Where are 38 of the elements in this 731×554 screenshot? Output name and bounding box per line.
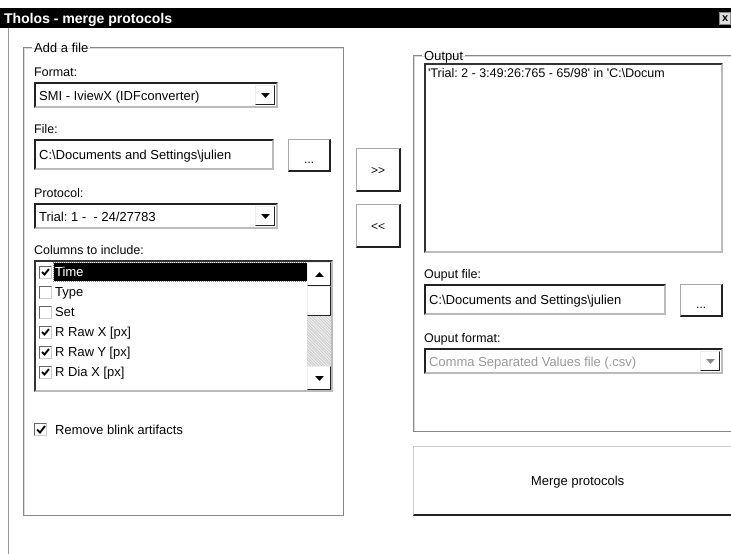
field-label: Ouput format: xyxy=(424,331,502,345)
checkbox-label[interactable]: Remove blink artifacts xyxy=(55,422,183,437)
checkbox[interactable] xyxy=(39,266,52,278)
scroll-down-icon[interactable] xyxy=(307,366,331,390)
list-item[interactable]: R Raw Y [px] xyxy=(54,343,307,361)
protocol-dropdown[interactable]: Trial: 1 - - 24/27783 xyxy=(34,203,278,229)
field-label: Format: xyxy=(34,65,78,79)
checkbox[interactable] xyxy=(39,286,52,298)
checkbox[interactable] xyxy=(39,326,52,338)
browse-button[interactable]: ... xyxy=(680,284,723,317)
scrollbar[interactable] xyxy=(307,262,331,390)
group-label: Output xyxy=(423,48,464,63)
close-button[interactable]: x xyxy=(719,12,731,24)
list-item[interactable]: Type xyxy=(54,283,307,301)
field-label: File: xyxy=(34,122,59,136)
browse-button[interactable]: ... xyxy=(288,139,331,172)
file-input-field[interactable]: C:\Documents and Settings\julien xyxy=(34,139,274,170)
list-item[interactable]: Time xyxy=(54,263,307,281)
window-title: Tholos - merge protocols xyxy=(3,10,172,26)
list-item[interactable]: R Raw X [px] xyxy=(54,323,307,341)
field-label: Ouput file: xyxy=(424,267,482,281)
scroll-up-icon[interactable] xyxy=(307,262,331,286)
checkbox[interactable] xyxy=(39,306,52,318)
field-label: Protocol: xyxy=(34,186,84,200)
checkbox[interactable] xyxy=(34,423,47,436)
field-label: Columns to include: xyxy=(34,243,145,257)
group-label: Add a file xyxy=(33,40,90,55)
move-button[interactable]: >> xyxy=(356,148,401,192)
list-item[interactable]: R Dia X [px] xyxy=(54,363,307,381)
checkbox[interactable] xyxy=(39,346,52,358)
merge-protocols-button[interactable]: Merge protocols xyxy=(413,446,731,516)
scroll-thumb[interactable] xyxy=(307,286,331,316)
move-button[interactable]: << xyxy=(356,204,401,248)
checkbox[interactable] xyxy=(39,366,52,378)
list-item[interactable]: Set xyxy=(54,303,307,321)
format-dropdown[interactable]: SMI - IviewX (IDFconverter) xyxy=(34,82,278,108)
output-file-input-field[interactable]: C:\Documents and Settings\julien xyxy=(424,284,666,315)
output-line[interactable]: 'Trial: 2 - 3:49:26:765 - 65/98' in 'C:\Docum xyxy=(426,65,721,81)
